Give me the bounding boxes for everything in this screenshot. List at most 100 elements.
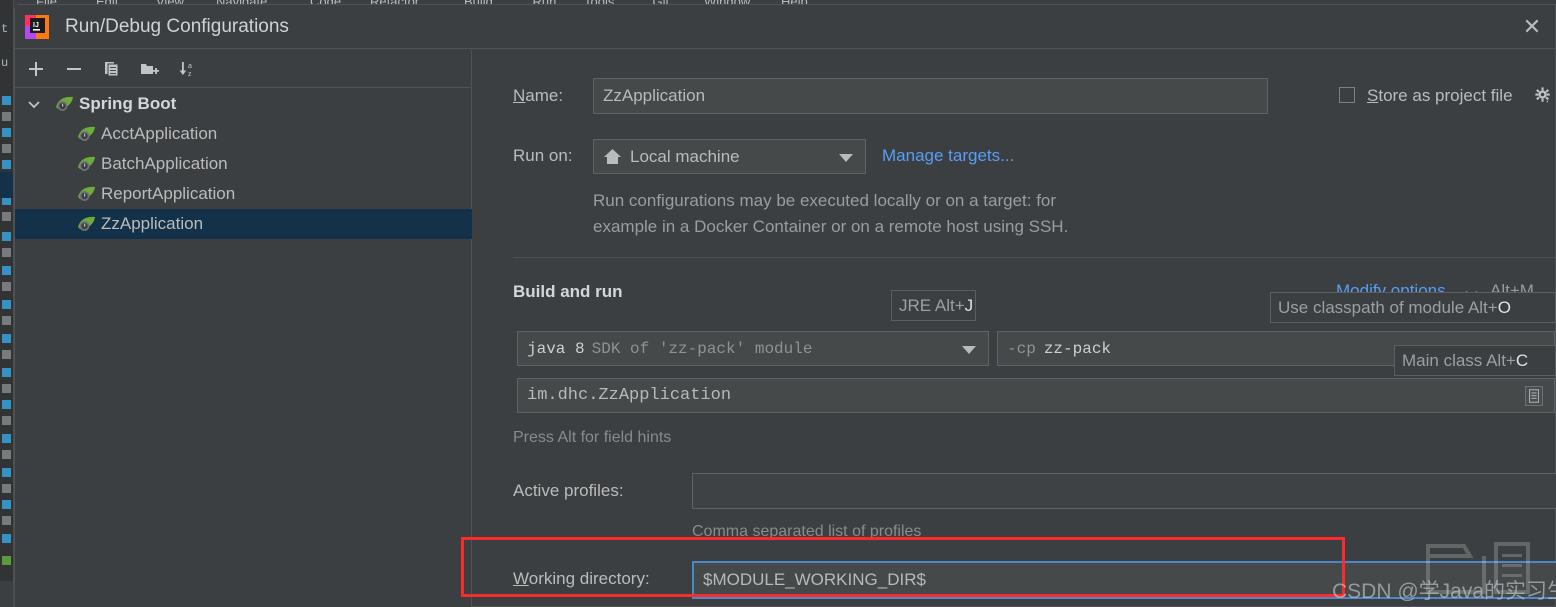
jre-field-hint: JRE Alt+ J: [891, 290, 976, 321]
chevron-down-icon: [962, 345, 976, 354]
gutter-marker: [2, 556, 11, 565]
gutter-marker: [2, 350, 11, 359]
name-input[interactable]: ZzApplication: [593, 78, 1268, 114]
configuration-editor-panel: Name: ZzApplication Store as project fil…: [473, 50, 1556, 607]
gutter-marker: [2, 516, 11, 525]
chevron-down-icon: [839, 153, 853, 162]
spring-boot-icon: [78, 156, 95, 171]
dialog-title-bar: IJ Run/Debug Configurations ✕: [15, 5, 1555, 49]
section-divider: [513, 257, 1555, 258]
tree-item-label: Spring Boot: [79, 94, 177, 113]
run-on-description-line1: Run configurations may be executed local…: [593, 191, 1057, 210]
remove-configuration-button[interactable]: [61, 57, 87, 81]
classpath-module-field-hint: Use classpath of module Alt+ O: [1270, 292, 1556, 323]
working-directory-input[interactable]: $MODULE_WORKING_DIR$: [692, 561, 1556, 599]
classpath-value: zz-pack: [1043, 339, 1112, 358]
run-on-label: Run on:: [513, 146, 573, 165]
active-profiles-label: Active profiles:: [513, 481, 624, 500]
gutter-marker: [2, 484, 11, 493]
classpath-value-prefix: -cp: [1007, 339, 1036, 358]
main-class-input[interactable]: im.dhc.ZzApplication: [517, 378, 1555, 413]
gutter-marker: [2, 434, 11, 443]
spring-boot-icon: [56, 96, 73, 111]
gear-icon[interactable]: [1535, 87, 1552, 104]
run-on-value: Local machine: [630, 146, 740, 166]
run-on-description-line2: example in a Docker Container or on a re…: [593, 217, 1069, 236]
gutter-selection: [0, 172, 13, 198]
main-class-field-hint: Main class Alt+ C: [1394, 345, 1556, 376]
ide-edge-char-t: t: [1, 22, 9, 36]
gutter-marker: [2, 416, 11, 425]
spring-boot-icon: [78, 186, 95, 201]
configurations-tree[interactable]: Spring Boot AcctApplication BatchApplicati…: [15, 89, 472, 239]
active-profiles-input[interactable]: [692, 473, 1556, 509]
gutter-marker: [2, 96, 11, 105]
store-as-project-file-checkbox[interactable]: [1339, 87, 1355, 103]
spring-boot-icon: [78, 126, 95, 141]
tree-item-reportapplication[interactable]: ReportApplication: [15, 179, 472, 209]
jre-value-rest: SDK of 'zz-pack' module: [591, 339, 813, 358]
name-label: Name:: [513, 86, 564, 105]
intellij-idea-logo-icon: IJ: [25, 15, 49, 39]
sort-configurations-button[interactable]: a z: [175, 57, 201, 81]
tree-item-label: AcctApplication: [101, 124, 218, 143]
tree-group-spring-boot[interactable]: Spring Boot: [15, 89, 472, 119]
tree-item-label: BatchApplication: [101, 154, 228, 173]
screen-root: FileEditViewNavigateCodeRefactorBuildRun…: [0, 0, 1556, 607]
gutter-marker: [2, 384, 11, 393]
gutter-marker: [2, 400, 11, 409]
svg-text:IJ: IJ: [33, 22, 39, 29]
gutter-marker: [2, 334, 11, 343]
gutter-marker: [2, 128, 11, 137]
active-profiles-hint: Comma separated list of profiles: [692, 523, 922, 540]
store-as-project-file-label[interactable]: Store as project file: [1367, 86, 1513, 106]
sort-az-icon: a z: [179, 62, 192, 78]
gutter-marker: [2, 266, 11, 275]
working-directory-label: Working directory:: [513, 569, 650, 588]
copy-icon: [105, 62, 119, 77]
gutter-marker: [2, 500, 11, 509]
spring-boot-icon: [78, 216, 95, 231]
gutter-marker: [2, 282, 11, 291]
gutter-marker: [2, 368, 11, 377]
gutter-marker: [2, 112, 11, 121]
press-alt-hint: Press Alt for field hints: [513, 429, 672, 446]
tree-item-zzapplication[interactable]: ZzApplication: [15, 209, 472, 239]
manage-targets-link[interactable]: Manage targets...: [882, 146, 1014, 166]
gutter-marker: [2, 144, 11, 153]
ide-status-strip: [0, 581, 13, 607]
ide-edge-char-u: u: [1, 56, 9, 70]
svg-text:a: a: [188, 63, 192, 70]
new-folder-button[interactable]: [137, 57, 163, 81]
chevron-down-icon[interactable]: [27, 97, 41, 111]
svg-text:z: z: [188, 71, 192, 78]
classpath-module-field-hint-key: O: [1497, 297, 1511, 317]
configurations-list-panel: a z Spring Boot AcctApplication BatchAppli…: [15, 50, 472, 607]
gutter-marker: [2, 316, 11, 325]
add-configuration-button[interactable]: [23, 57, 49, 81]
home-icon: [604, 149, 621, 164]
ide-editor-gutter: [0, 0, 13, 607]
jre-value-bold: java 8: [527, 339, 585, 358]
tree-item-acctapplication[interactable]: AcctApplication: [15, 119, 472, 149]
jre-combo[interactable]: java 8 SDK of 'zz-pack' module: [517, 331, 989, 366]
close-icon[interactable]: ✕: [1515, 11, 1549, 43]
gutter-marker: [2, 232, 11, 241]
gutter-marker: [2, 468, 11, 477]
copy-configuration-button[interactable]: [99, 57, 125, 81]
jre-field-hint-text: JRE Alt+: [899, 295, 965, 315]
browse-main-class-icon[interactable]: [1525, 386, 1543, 406]
folder-add-icon: [141, 64, 159, 74]
classpath-module-field-hint-text: Use classpath of module Alt+: [1278, 297, 1498, 317]
gutter-marker: [2, 248, 11, 257]
jre-field-hint-key: J: [964, 295, 974, 315]
run-on-combo[interactable]: Local machine: [593, 139, 866, 174]
tree-item-label: ZzApplication: [101, 214, 204, 233]
gutter-marker: [2, 160, 11, 169]
tree-item-batchapplication[interactable]: BatchApplication: [15, 149, 472, 179]
main-class-field-hint-text: Main class Alt+: [1402, 350, 1516, 370]
main-class-field-hint-key: C: [1515, 350, 1529, 370]
build-and-run-title: Build and run: [513, 282, 623, 301]
gutter-marker: [2, 212, 11, 221]
configurations-toolbar: a z: [15, 50, 472, 88]
